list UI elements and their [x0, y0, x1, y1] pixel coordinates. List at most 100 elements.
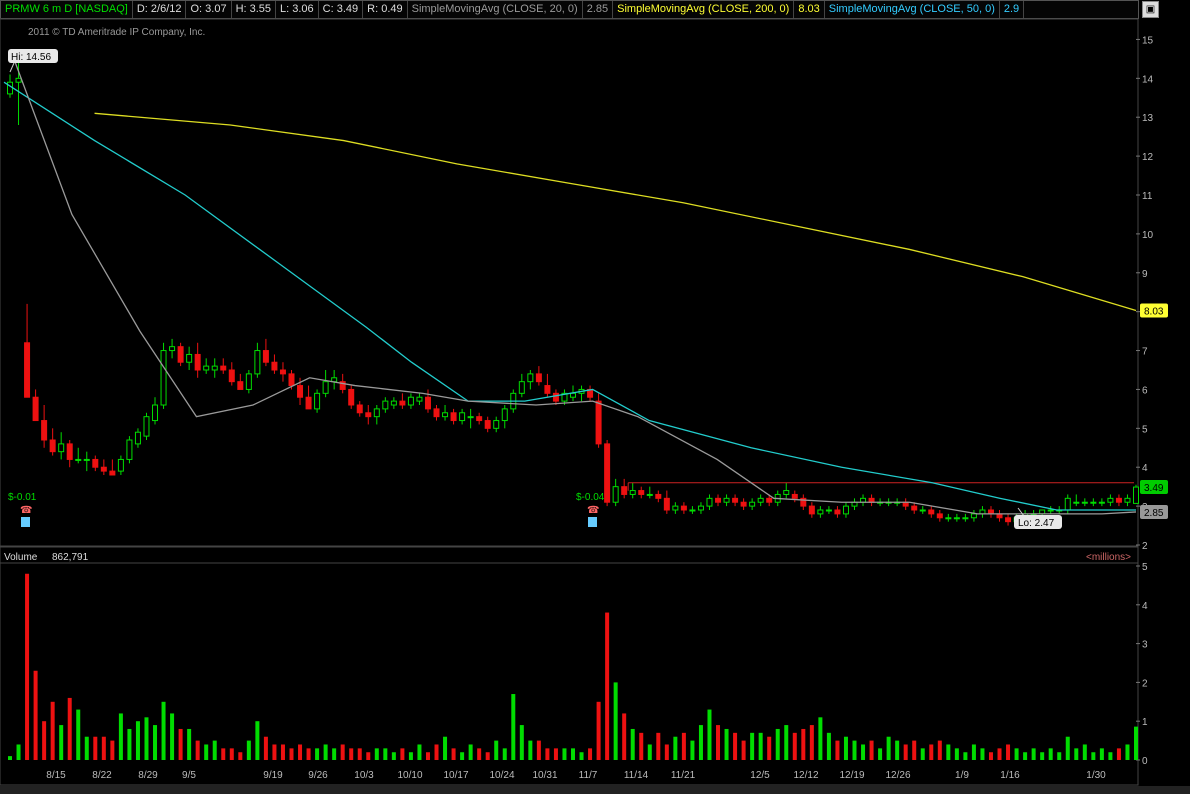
candle-body: [723, 497, 730, 503]
candle-body: [390, 400, 397, 406]
volume-bar: [903, 744, 908, 760]
volume-bar: [886, 736, 891, 760]
lo-callout: Lo: 2.47: [1014, 507, 1062, 529]
volume-bar: [579, 752, 584, 760]
earnings-marker[interactable]: $-0.04 ☎: [576, 492, 605, 527]
volume-units: <millions>: [1086, 552, 1131, 563]
candle-body: [32, 396, 39, 422]
hi-callout: Hi: 14.56: [8, 49, 58, 73]
candle-body: [680, 505, 687, 511]
date-tick-label: 8/29: [138, 770, 158, 781]
volume-bar: [767, 736, 772, 760]
volume-bar: [1065, 736, 1070, 760]
volume-bar: [536, 740, 541, 760]
date-tick-label: 9/5: [182, 770, 196, 781]
volume-bar: [212, 740, 217, 760]
candle-body: [817, 509, 824, 515]
candle-body: [706, 497, 713, 507]
volume-tick-label: 3: [1142, 640, 1148, 651]
volume-bar: [912, 740, 917, 760]
volume-bar: [963, 752, 968, 760]
candle-body: [109, 470, 116, 476]
date-tick-label: 10/3: [354, 770, 374, 781]
volume-bar: [1048, 748, 1053, 760]
lo-label: Lo: 2.47: [1018, 518, 1055, 529]
candle-body: [834, 509, 841, 515]
candle-body: [919, 509, 926, 512]
candle-body: [825, 509, 832, 512]
candle-body: [459, 412, 466, 422]
volume-bar: [1057, 752, 1062, 760]
candle-body: [143, 416, 150, 437]
candle-body: [271, 361, 278, 371]
volume-bar: [289, 748, 294, 760]
volume-bar: [920, 748, 925, 760]
candle-body: [783, 490, 790, 495]
volume-bar: [280, 744, 285, 760]
price-tick-label: 15: [1142, 35, 1154, 46]
candle-body: [134, 431, 141, 445]
volume-bar: [519, 725, 524, 760]
scroll-bar[interactable]: [0, 786, 1190, 794]
candle-body: [621, 486, 628, 495]
calendar-icon: [21, 517, 30, 527]
moving-average-line: [3, 81, 1136, 511]
date-tick-label: 10/10: [397, 770, 422, 781]
volume-bar: [980, 748, 985, 760]
volume-bar: [374, 748, 379, 760]
volume-bar: [562, 748, 567, 760]
volume-bar: [639, 732, 644, 760]
volume-bar: [118, 713, 123, 760]
price-tick-label: 13: [1142, 113, 1154, 124]
volume-bar: [775, 728, 780, 760]
candle-body: [467, 416, 474, 419]
volume-bar: [1134, 726, 1138, 760]
volume-bar: [553, 748, 558, 760]
price-tick-label: 5: [1142, 424, 1148, 435]
volume-bar: [1125, 744, 1130, 760]
volume-bar: [843, 736, 848, 760]
date-tick-label: 11/7: [579, 770, 598, 781]
candle-body: [1115, 497, 1122, 503]
candle-body: [646, 493, 653, 496]
earnings-label: $-0.01: [8, 492, 37, 503]
earnings-marker[interactable]: $-0.01 ☎: [8, 492, 37, 527]
candle-body: [1081, 501, 1088, 504]
volume-bar: [42, 721, 47, 760]
candle-body: [41, 420, 48, 441]
candle-body: [808, 505, 815, 515]
volume-bar: [1023, 752, 1028, 760]
volume-bar: [571, 748, 575, 760]
volume-bar: [1074, 748, 1079, 760]
volume-bar: [84, 736, 89, 760]
candle-body: [365, 412, 372, 418]
candle-body: [160, 350, 167, 406]
candle-body: [1090, 501, 1097, 504]
candle-body: [262, 350, 269, 363]
candle-body: [484, 420, 491, 429]
candle-body: [493, 420, 500, 429]
volume-bar: [434, 744, 439, 760]
volume-bar: [997, 748, 1002, 760]
volume-bar: [246, 740, 251, 760]
candle-body: [732, 497, 739, 503]
candle-body: [169, 346, 176, 352]
volume-bar: [622, 713, 627, 760]
volume-bar: [451, 748, 456, 760]
price-panel: 234567891011121314158.033.492.85: [0, 18, 1168, 552]
volume-bar: [144, 717, 149, 760]
candle-body: [842, 505, 849, 515]
candle-body: [535, 373, 542, 383]
volume-bar: [878, 748, 883, 760]
date-tick-label: 10/17: [443, 770, 468, 781]
candle-body: [638, 490, 645, 495]
candle-body: [194, 353, 201, 371]
hi-label: Hi: 14.56: [11, 52, 51, 63]
candle-body: [442, 412, 449, 418]
volume-bar: [349, 748, 354, 760]
volume-bar: [954, 748, 959, 760]
volume-bar: [25, 573, 30, 760]
volume-bar: [238, 752, 243, 760]
date-tick-label: 10/24: [489, 770, 514, 781]
candle-body: [1098, 501, 1105, 504]
